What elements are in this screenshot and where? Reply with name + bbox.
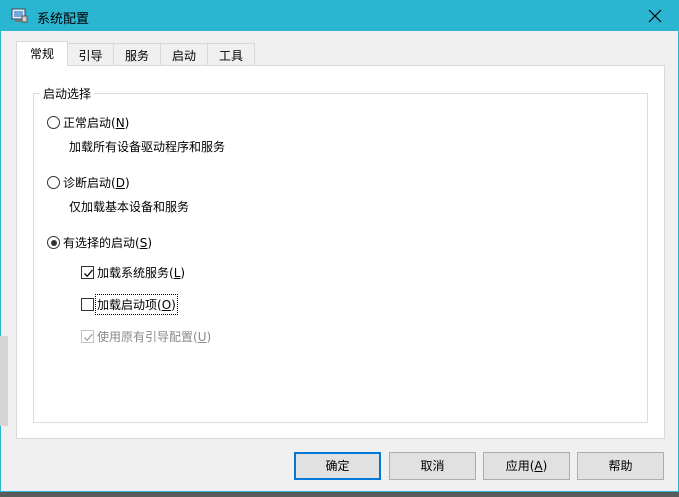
background-window-edge bbox=[0, 336, 8, 426]
use-original-boot-config-label[interactable]: 使用原有引导配置(U) bbox=[97, 328, 211, 345]
normal-startup-label[interactable]: 正常启动(N) bbox=[63, 114, 129, 131]
diagnostic-startup-radio[interactable] bbox=[47, 176, 60, 189]
close-icon bbox=[648, 9, 662, 23]
checkmark-icon bbox=[84, 333, 93, 342]
tab-startup[interactable]: 启动 bbox=[160, 43, 208, 65]
tab-label: 服务 bbox=[124, 49, 149, 63]
tab-services[interactable]: 服务 bbox=[113, 43, 161, 65]
close-button[interactable] bbox=[632, 1, 678, 31]
load-system-services-label[interactable]: 加载系统服务(L) bbox=[97, 264, 185, 281]
window-title: 系统配置 bbox=[37, 12, 90, 27]
msconfig-app-icon bbox=[11, 8, 28, 23]
tab-label: 工具 bbox=[218, 49, 243, 63]
title-bar[interactable]: 系统配置 bbox=[1, 1, 678, 31]
load-system-services-checkbox[interactable] bbox=[81, 266, 94, 279]
tab-tools[interactable]: 工具 bbox=[207, 43, 255, 65]
selective-startup-label[interactable]: 有选择的启动(S) bbox=[63, 234, 152, 251]
background-taskbar bbox=[0, 492, 679, 497]
diagnostic-startup-label[interactable]: 诊断启动(D) bbox=[63, 174, 130, 191]
ok-button[interactable]: 确定 bbox=[294, 452, 381, 480]
use-original-boot-config-checkbox[interactable] bbox=[81, 330, 94, 343]
apply-button[interactable]: 应用(A) bbox=[483, 452, 570, 480]
tab-label: 常规 bbox=[29, 47, 54, 61]
load-startup-items-label[interactable]: 加载启动项(O) bbox=[95, 294, 178, 315]
diagnostic-startup-desc: 仅加载基本设备和服务 bbox=[69, 200, 190, 214]
tab-label: 引导 bbox=[78, 49, 103, 63]
startup-selection-group: 启动选择 正常启动(N) 加载所有设备驱动程序和服务 诊断启动(D) 仅加载基本… bbox=[33, 85, 648, 423]
cancel-button[interactable]: 取消 bbox=[389, 452, 476, 480]
tab-general[interactable]: 常规 bbox=[16, 41, 68, 66]
normal-startup-desc: 加载所有设备驱动程序和服务 bbox=[69, 140, 226, 154]
normal-startup-radio[interactable] bbox=[47, 116, 60, 129]
group-label: 启动选择 bbox=[40, 85, 95, 102]
help-button[interactable]: 帮助 bbox=[577, 452, 664, 480]
selective-startup-radio[interactable] bbox=[47, 236, 60, 249]
checkmark-icon bbox=[84, 269, 93, 278]
tab-label: 启动 bbox=[171, 49, 196, 63]
system-config-window: 系统配置 常规 引导 服务 启动 工具 启动选择 正常启动(N) 加载所有设备驱… bbox=[0, 0, 679, 492]
tab-boot[interactable]: 引导 bbox=[67, 43, 114, 65]
general-tab-panel: 启动选择 正常启动(N) 加载所有设备驱动程序和服务 诊断启动(D) 仅加载基本… bbox=[16, 65, 665, 439]
load-startup-items-checkbox[interactable] bbox=[81, 298, 94, 311]
